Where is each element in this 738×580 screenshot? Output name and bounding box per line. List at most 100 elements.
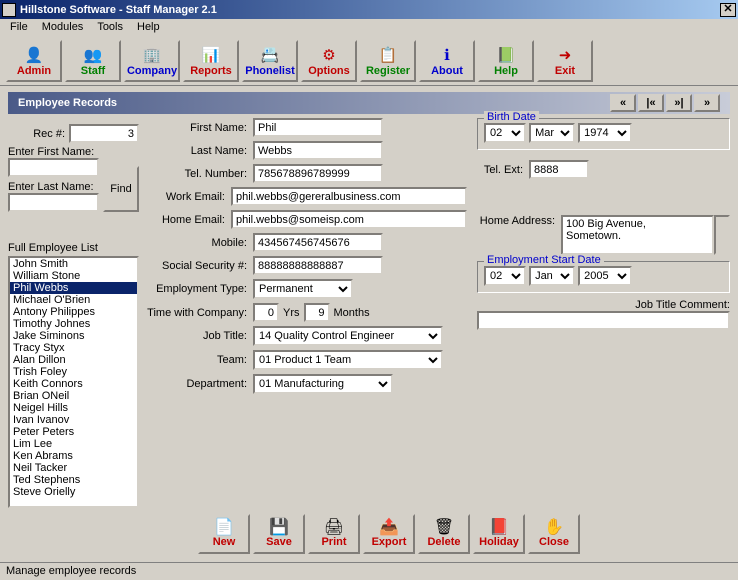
menu-bar: FileModulesToolsHelp <box>0 19 738 37</box>
list-item[interactable]: Ken Abrams <box>10 450 137 462</box>
action-close-button[interactable]: ✋Close <box>528 514 580 554</box>
list-item[interactable]: Antony Philippes <box>10 306 137 318</box>
ssn-label: Social Security #: <box>147 260 247 272</box>
start-year-select[interactable]: 2005 <box>578 266 632 286</box>
start-mon-select[interactable]: Jan <box>529 266 575 286</box>
list-item[interactable]: Lim Lee <box>10 438 137 450</box>
list-item[interactable]: Trish Foley <box>10 366 137 378</box>
list-item[interactable]: Alan Dillon <box>10 354 137 366</box>
rec-label: Rec #: <box>33 128 65 140</box>
start-day-select[interactable]: 02 <box>484 266 526 286</box>
list-item[interactable]: Phil Webbs <box>10 282 137 294</box>
rec-input[interactable] <box>69 124 139 143</box>
nav-button-1[interactable]: |« <box>638 94 664 112</box>
list-item[interactable]: Neigel Hills <box>10 402 137 414</box>
list-item[interactable]: Ted Stephens <box>10 474 137 486</box>
dept-select[interactable]: 01 Manufacturing <box>253 374 393 394</box>
action-export-button[interactable]: 📤Export <box>363 514 415 554</box>
record-nav: «|«»|» <box>610 94 720 112</box>
list-item[interactable]: William Stone <box>10 270 137 282</box>
job-comment-input[interactable] <box>477 311 730 330</box>
team-label: Team: <box>147 354 247 366</box>
work-email-input[interactable] <box>231 187 467 206</box>
time-mon-input[interactable] <box>304 303 330 322</box>
action-save-button[interactable]: 💾Save <box>253 514 305 554</box>
list-item[interactable]: Steve Orielly <box>10 486 137 498</box>
birth-year-select[interactable]: 1974 <box>578 123 632 143</box>
action-delete-button[interactable]: 🗑Delete <box>418 514 470 554</box>
enter-last-label: Enter Last Name: <box>8 181 99 193</box>
help-icon: 📗 <box>497 46 515 64</box>
nav-button-3[interactable]: » <box>694 94 720 112</box>
last-name-label: Last Name: <box>147 145 247 157</box>
list-item[interactable]: Brian ONeil <box>10 390 137 402</box>
home-addr-textarea[interactable] <box>561 215 714 255</box>
ssn-input[interactable] <box>253 256 383 275</box>
action-new-button[interactable]: 📄New <box>198 514 250 554</box>
tel-ext-label: Tel. Ext: <box>477 164 523 176</box>
emp-type-select[interactable]: Permanent <box>253 279 353 299</box>
mobile-label: Mobile: <box>147 237 247 249</box>
toolbar-phonelist-button[interactable]: 📇Phonelist <box>242 40 298 82</box>
staff-icon: 👥 <box>84 46 102 64</box>
birth-mon-select[interactable]: Mar <box>529 123 575 143</box>
list-item[interactable]: Tracy Styx <box>10 342 137 354</box>
toolbar-company-button[interactable]: 🏢Company <box>124 40 180 82</box>
enter-last-input[interactable] <box>8 193 99 212</box>
tel-input[interactable] <box>253 164 383 183</box>
list-item[interactable]: Keith Connors <box>10 378 137 390</box>
job-title-select[interactable]: 14 Quality Control Engineer <box>253 326 443 346</box>
list-item[interactable]: John Smith <box>10 258 137 270</box>
toolbar-admin-button[interactable]: 👤Admin <box>6 40 62 82</box>
toolbar-about-button[interactable]: ℹAbout <box>419 40 475 82</box>
list-item[interactable]: Peter Peters <box>10 426 137 438</box>
last-name-input[interactable] <box>253 141 383 160</box>
birth-date-fieldset: Birth Date 02 Mar 1974 <box>477 118 730 150</box>
home-email-input[interactable] <box>231 210 467 229</box>
action-print-button[interactable]: 🖨Print <box>308 514 360 554</box>
list-item[interactable]: Jake Siminons <box>10 330 137 342</box>
list-item[interactable]: Ivan Ivanov <box>10 414 137 426</box>
section-title: Employee Records <box>18 97 117 109</box>
print-icon: 🖨 <box>324 520 344 536</box>
team-select[interactable]: 01 Product 1 Team <box>253 350 443 370</box>
delete-icon: 🗑 <box>434 520 454 536</box>
nav-button-2[interactable]: »| <box>666 94 692 112</box>
mobile-input[interactable] <box>253 233 383 252</box>
enter-first-input[interactable] <box>8 158 99 177</box>
action-holiday-button[interactable]: 📕Holiday <box>473 514 525 554</box>
main-toolbar: 👤Admin👥Staff🏢Company📊Reports📇Phonelist⚙O… <box>0 37 738 86</box>
new-icon: 📄 <box>214 520 234 536</box>
find-button[interactable]: Find <box>103 166 139 212</box>
first-name-label: First Name: <box>147 122 247 134</box>
scrollbar[interactable] <box>714 215 730 255</box>
time-label: Time with Company: <box>147 307 247 319</box>
employee-listbox[interactable]: John SmithWilliam StonePhil WebbsMichael… <box>8 256 139 508</box>
emp-start-fieldset: Employment Start Date 02 Jan 2005 <box>477 261 730 293</box>
nav-button-0[interactable]: « <box>610 94 636 112</box>
toolbar-exit-button[interactable]: ➜Exit <box>537 40 593 82</box>
time-yrs-input[interactable] <box>253 303 279 322</box>
toolbar-options-button[interactable]: ⚙Options <box>301 40 357 82</box>
holiday-icon: 📕 <box>489 520 509 536</box>
list-item[interactable]: Michael O'Brien <box>10 294 137 306</box>
close-window-button[interactable]: ✕ <box>720 3 736 17</box>
toolbar-reports-button[interactable]: 📊Reports <box>183 40 239 82</box>
menu-file[interactable]: File <box>4 20 34 36</box>
save-icon: 💾 <box>269 520 289 536</box>
list-item[interactable]: Timothy Johnes <box>10 318 137 330</box>
menu-tools[interactable]: Tools <box>91 20 129 36</box>
enter-first-label: Enter First Name: <box>8 146 99 158</box>
tel-label: Tel. Number: <box>147 168 247 180</box>
first-name-input[interactable] <box>253 118 383 137</box>
toolbar-register-button[interactable]: 📋Register <box>360 40 416 82</box>
menu-modules[interactable]: Modules <box>36 20 90 36</box>
menu-help[interactable]: Help <box>131 20 166 36</box>
job-title-label: Job Title: <box>147 330 247 342</box>
toolbar-staff-button[interactable]: 👥Staff <box>65 40 121 82</box>
title-bar: Hillstone Software - Staff Manager 2.1 ✕ <box>0 0 738 19</box>
toolbar-help-button[interactable]: 📗Help <box>478 40 534 82</box>
list-item[interactable]: Neil Tacker <box>10 462 137 474</box>
tel-ext-input[interactable] <box>529 160 589 179</box>
birth-day-select[interactable]: 02 <box>484 123 526 143</box>
